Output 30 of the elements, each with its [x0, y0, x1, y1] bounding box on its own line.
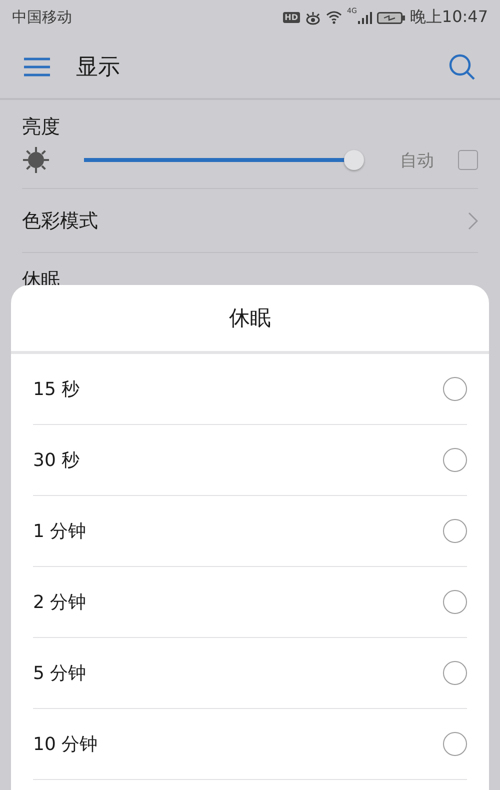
sleep-option[interactable]: 15 秒: [33, 354, 467, 425]
carrier-name: 中国移动: [12, 8, 72, 27]
radio-button[interactable]: [443, 590, 467, 614]
battery-icon: [376, 12, 405, 24]
sleep-option[interactable]: 30 秒: [33, 425, 467, 496]
chevron-icon: [468, 212, 478, 230]
brightness-label: 亮度: [22, 115, 61, 140]
sleep-option[interactable]: 2 分钟: [33, 567, 467, 638]
sleep-option[interactable]: 1 分钟: [33, 496, 467, 567]
search-icon[interactable]: [448, 52, 476, 80]
sleep-option[interactable]: 5 分钟: [33, 638, 467, 709]
radio-button[interactable]: [443, 661, 467, 685]
radio-button[interactable]: [443, 519, 467, 543]
sun-icon: [22, 146, 50, 174]
menu-icon[interactable]: [24, 56, 50, 76]
radio-button[interactable]: [443, 377, 467, 401]
radio-button[interactable]: [443, 732, 467, 756]
page-title: 显示: [76, 54, 121, 82]
settings-item[interactable]: 色彩模式: [22, 189, 478, 253]
auto-label: 自动: [400, 150, 434, 172]
item-label: 色彩模式: [22, 208, 98, 234]
wifi-icon: [326, 11, 342, 24]
hd-badge: HD: [282, 12, 300, 23]
dialog-title: 休眠: [11, 285, 489, 354]
clock-time: 晚上10:47: [410, 7, 488, 28]
sleep-option[interactable]: 10 分钟: [33, 709, 467, 780]
signal-icon: [358, 12, 372, 24]
auto-checkbox[interactable]: [458, 150, 478, 170]
radio-button[interactable]: [443, 448, 467, 472]
eye-icon: [305, 10, 321, 24]
